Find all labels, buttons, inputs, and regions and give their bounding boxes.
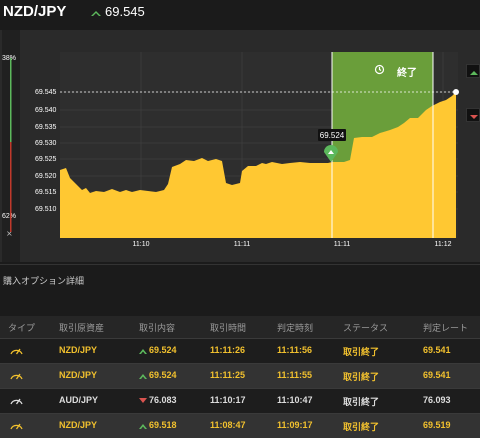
cell-judge: 11:11:55 <box>277 370 313 380</box>
y-tick: 69.530 <box>35 140 57 147</box>
cell-asset: NZD/JPY <box>59 370 98 380</box>
purchase-table: タイプ 取引原資産 取引内容 取引時間 判定時刻 ステータス 判定レート NZD… <box>0 316 480 438</box>
table-row[interactable]: NZD/JPY 69.518 11:08:47 11:09:17 取引終了 69… <box>0 413 480 438</box>
cell-time: 11:11:26 <box>210 345 246 355</box>
y-axis: 69.545 69.540 69.535 69.530 69.525 69.52… <box>35 89 57 213</box>
header: NZD/JPY 69.545 <box>0 0 480 30</box>
up-arrow-icon <box>470 71 478 75</box>
up-arrow-icon <box>139 349 147 354</box>
y-tick: 69.515 <box>35 189 57 196</box>
low-ratio-line <box>10 142 12 232</box>
gauge-icon <box>10 423 23 430</box>
down-arrow-icon <box>470 115 478 119</box>
table-header: タイプ 取引原資産 取引内容 取引時間 判定時刻 ステータス 判定レート <box>0 316 480 338</box>
cell-rate: 69.541 <box>423 345 451 355</box>
entry-label: 69.524 <box>320 131 345 140</box>
cell-asset: NZD/JPY <box>59 420 98 430</box>
table-row[interactable]: NZD/JPY 69.524 11:11:25 11:11:55 取引終了 69… <box>0 363 480 388</box>
y-tick: 69.520 <box>35 173 57 180</box>
header-asset: 取引原資産 <box>59 324 105 334</box>
cell-content: 69.524 <box>149 345 177 355</box>
cell-content: 69.518 <box>149 420 177 430</box>
up-arrow-icon <box>91 11 101 16</box>
cell-status: 取引終了 <box>343 347 380 357</box>
gauge-icon <box>10 398 23 405</box>
current-price: 69.545 <box>105 4 145 19</box>
x-tick: 11:11 <box>234 241 251 248</box>
cell-judge: 11:11:56 <box>277 345 313 355</box>
y-tick: 69.535 <box>35 124 57 131</box>
cell-asset: AUD/JPY <box>59 395 99 405</box>
gauge-icon <box>10 348 23 355</box>
header-time: 取引時間 <box>210 324 247 334</box>
header-rate: 判定レート <box>423 324 469 334</box>
cell-content: 76.083 <box>149 395 177 405</box>
header-judge: 判定時刻 <box>277 324 314 334</box>
cell-judge: 11:09:17 <box>277 420 313 430</box>
x-axis: 11:10 11:11 11:11 11:12 <box>133 241 452 248</box>
purchase-details-section: 購入オプション詳細 <box>0 264 480 296</box>
current-price-dot <box>453 89 459 95</box>
header-status: ステータス <box>343 324 389 334</box>
cell-time: 11:10:17 <box>210 395 246 405</box>
cell-status: 取引終了 <box>343 422 380 432</box>
cell-status: 取引終了 <box>343 397 380 407</box>
table-row[interactable]: AUD/JPY 76.083 11:10:17 11:10:47 取引終了 76… <box>0 388 480 413</box>
low-button[interactable] <box>466 108 480 122</box>
high-button[interactable] <box>466 64 480 78</box>
cell-status: 取引終了 <box>343 372 380 382</box>
section-title: 購入オプション詳細 <box>3 277 85 287</box>
x-tick: 11:10 <box>133 241 150 248</box>
y-tick: 69.525 <box>35 156 57 163</box>
up-arrow-icon <box>139 424 147 429</box>
y-tick: 69.510 <box>35 206 57 213</box>
y-tick: 69.540 <box>35 107 57 114</box>
up-arrow-icon <box>139 374 147 379</box>
cell-judge: 11:10:47 <box>277 395 313 405</box>
end-label: 終了 <box>397 68 417 79</box>
gauge-icon <box>10 373 23 380</box>
y-tick: 69.545 <box>35 89 57 96</box>
cell-time: 11:11:25 <box>210 370 246 380</box>
heart-down-icon <box>139 398 147 403</box>
cell-rate: 69.541 <box>423 370 451 380</box>
high-ratio-line <box>10 58 12 142</box>
cell-rate: 69.519 <box>423 420 451 430</box>
header-content: 取引内容 <box>139 324 176 334</box>
table-row[interactable]: NZD/JPY 69.524 11:11:26 11:11:56 取引終了 69… <box>0 338 480 363</box>
cell-asset: NZD/JPY <box>59 345 98 355</box>
pair-title: NZD/JPY <box>3 3 67 20</box>
cell-rate: 76.093 <box>423 395 451 405</box>
clock-icon <box>374 64 385 75</box>
header-type: タイプ <box>8 324 36 334</box>
cell-content: 69.524 <box>149 370 177 380</box>
x-tick: 11:12 <box>435 241 452 248</box>
x-tick: 11:11 <box>334 241 351 248</box>
cell-time: 11:08:47 <box>210 420 246 430</box>
